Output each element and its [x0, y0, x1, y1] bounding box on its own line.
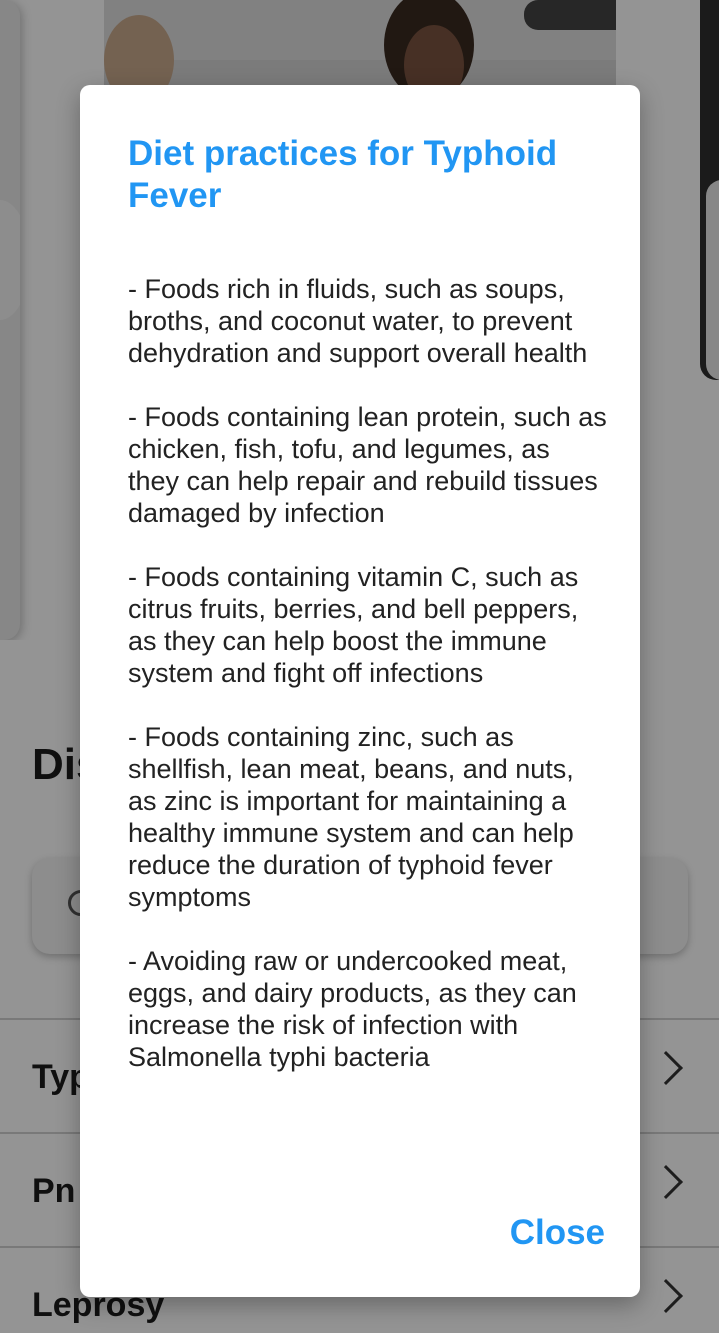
diet-paragraph: - Foods containing vitamin C, such as ci…: [128, 562, 579, 688]
dialog-title: Diet practices for Typhoid Fever: [128, 134, 558, 215]
diet-paragraph: - Avoiding raw or undercooked meat, eggs…: [128, 946, 577, 1072]
diet-paragraph: - Foods containing lean protein, such as…: [128, 402, 607, 528]
dialog-body: - Foods rich in fluids, such as soups, b…: [128, 273, 608, 1105]
diet-paragraph: - Foods containing zinc, such as shellfi…: [128, 722, 574, 912]
diet-dialog: Diet practices for Typhoid Fever - Foods…: [80, 85, 640, 1297]
diet-paragraph: - Foods rich in fluids, such as soups, b…: [128, 274, 588, 368]
close-button[interactable]: Close: [510, 1213, 605, 1253]
